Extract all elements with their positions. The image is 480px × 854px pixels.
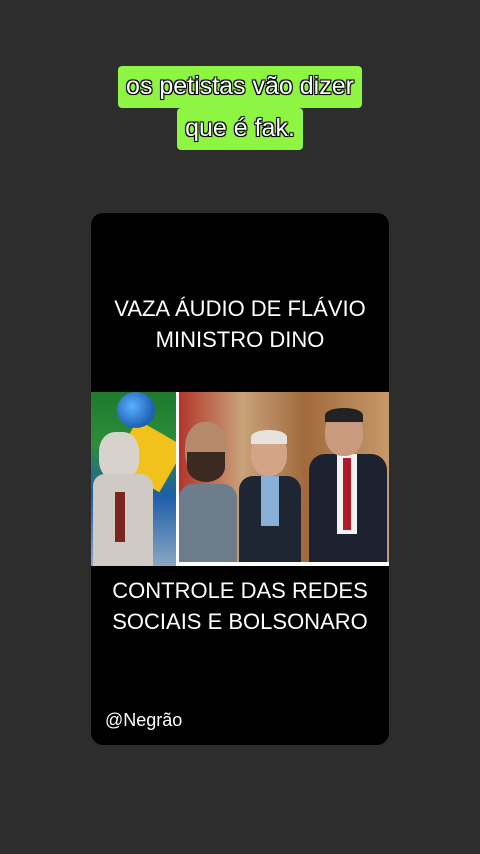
card-subtitle-line-2: SOCIAIS E BOLSONARO [112, 609, 368, 634]
globe-icon [117, 392, 155, 428]
photo-speaker [91, 392, 176, 566]
person-head [99, 432, 139, 480]
author-handle: @Negrão [105, 710, 183, 730]
video-card[interactable]: VAZA ÁUDIO DE FLÁVIO MINISTRO DINO CONTR… [91, 213, 389, 745]
person-2-shirt [261, 476, 279, 526]
card-subtitle: CONTROLE DAS REDES SOCIAIS E BOLSONARO [91, 575, 389, 637]
person-2-hair [251, 430, 287, 444]
caption-line-1: os petistas vão dizer [118, 66, 362, 108]
person-1-beard [187, 452, 225, 482]
person-tie [115, 492, 125, 542]
photo-group [179, 392, 389, 566]
card-title: VAZA ÁUDIO DE FLÁVIO MINISTRO DINO [91, 293, 389, 355]
card-title-line-1: VAZA ÁUDIO DE FLÁVIO [114, 296, 366, 321]
person-3-hair [325, 408, 363, 422]
caption-line-2: que é fak. [177, 108, 303, 150]
photo-collage [91, 392, 389, 566]
person-1-body [179, 484, 237, 562]
person-3-tie [343, 458, 351, 530]
caption: os petistas vão dizer que é fak. [0, 66, 480, 150]
card-title-line-2: MINISTRO DINO [155, 327, 325, 352]
card-subtitle-line-1: CONTROLE DAS REDES [112, 578, 368, 603]
